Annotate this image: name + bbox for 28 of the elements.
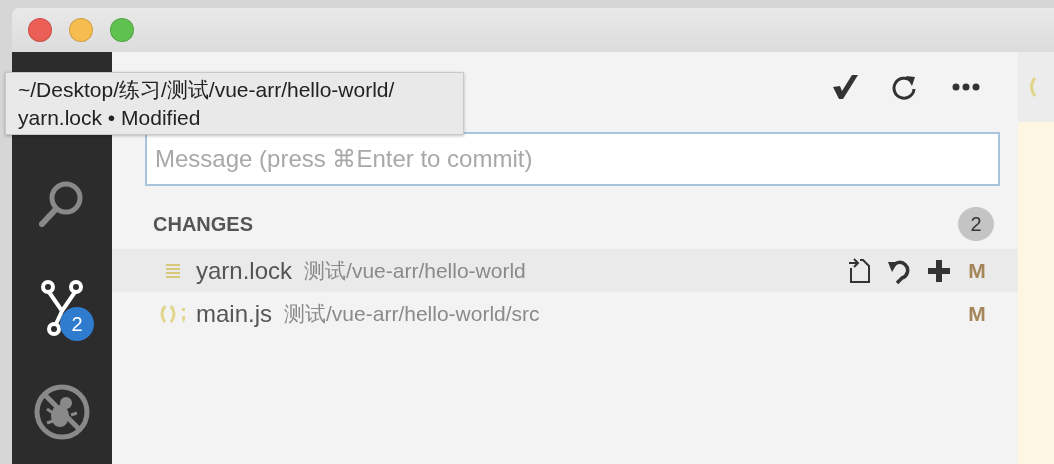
plus-icon [928,259,950,282]
more-button[interactable] [950,81,982,93]
tooltip-text: ~/Desktop/练习/测试/vue-arr/hello-world/ [18,77,396,103]
file-name: main.js [196,299,273,328]
commit-button[interactable] [830,73,860,101]
close-button[interactable] [28,18,52,42]
lines-icon [166,262,180,279]
file-name: yarn.lock [196,256,293,285]
checkmark-icon [832,75,858,99]
brace-icon [1028,77,1036,97]
status-letter: M [967,301,987,326]
file-arrow-icon [848,257,872,284]
tooltip-text: yarn.lock • Modified [18,105,202,131]
file-path: 测试/vue-arr/hello-world [304,257,526,284]
file-item[interactable]: yarn.lock 测试/vue-arr/hello-world M [112,249,1018,292]
changes-heading: CHANGES [153,212,253,236]
count-badge: 2 [60,307,94,341]
changes-count: 2 [958,207,994,241]
file-path: 测试/vue-arr/hello-world/src [284,300,540,327]
debug-off-icon [33,383,91,441]
branch-icon [40,279,84,337]
stage-button[interactable] [926,257,952,284]
refresh-icon [892,74,918,100]
status-letter: M [967,258,987,283]
commit-message-field[interactable]: Message (press ⌘Enter to commit) [145,132,1000,186]
file-item[interactable]: main.js 测试/vue-arr/hello-world/src M [112,292,1018,335]
more-icon [952,83,980,91]
braces-icon [158,303,188,324]
